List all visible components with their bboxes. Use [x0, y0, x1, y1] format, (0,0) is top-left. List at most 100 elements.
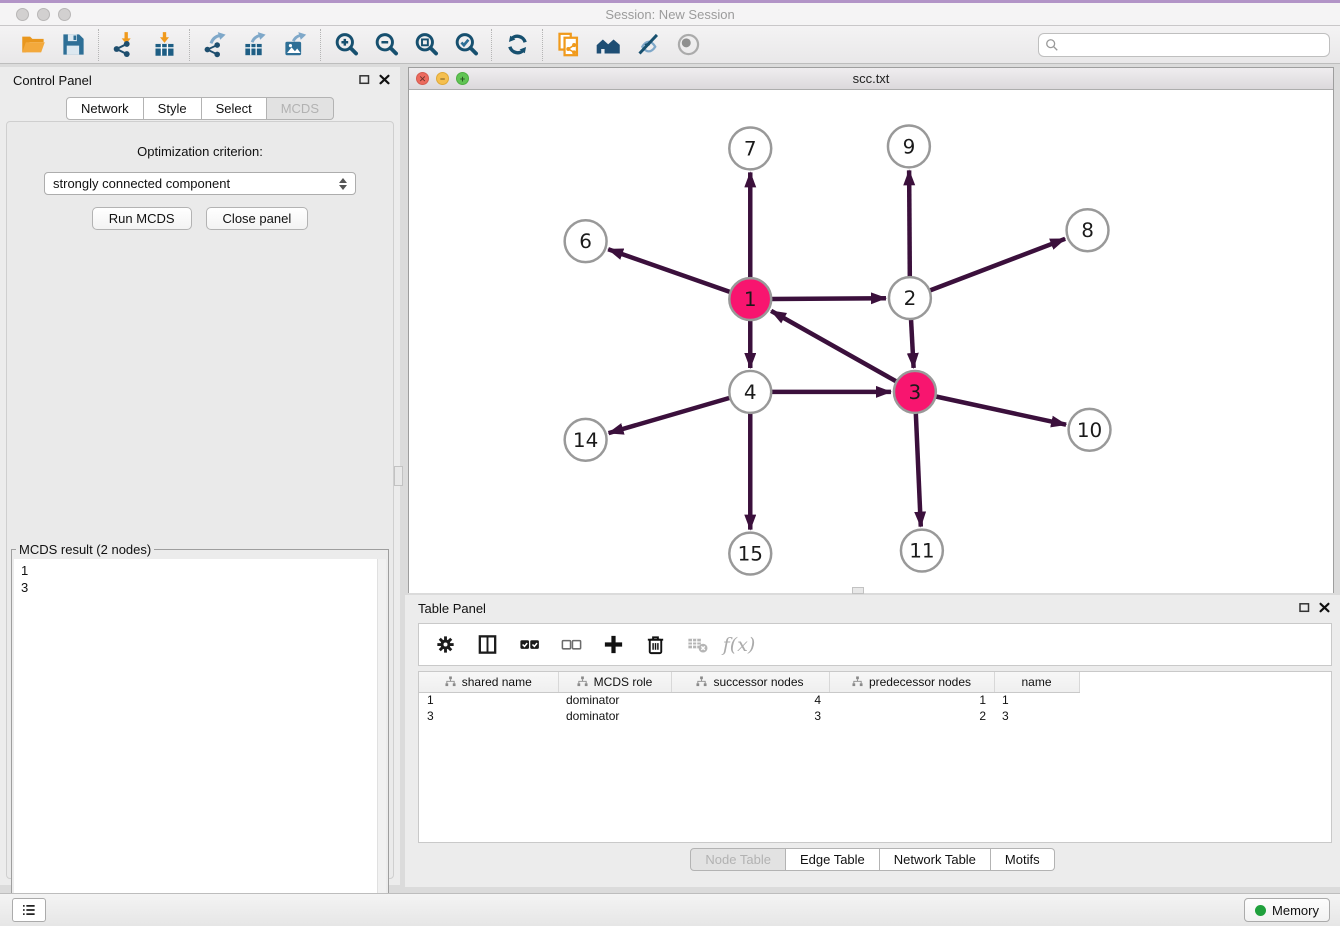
node-6[interactable]: 6 [565, 220, 607, 262]
tab-mcds[interactable]: MCDS [267, 97, 334, 120]
node-4[interactable]: 4 [729, 371, 771, 413]
edge-2-8[interactable] [929, 239, 1065, 291]
zoom-fit-button[interactable] [409, 29, 443, 61]
node-10[interactable]: 10 [1069, 409, 1111, 451]
mcds-result-line: 3 [21, 579, 386, 596]
vertical-splitter-handle[interactable] [394, 466, 403, 486]
float-panel-icon[interactable] [359, 74, 370, 85]
unselect-all-columns-button[interactable] [557, 631, 585, 659]
cell-successor-nodes[interactable]: 4 [671, 692, 829, 708]
node-11[interactable]: 11 [901, 530, 943, 572]
tab-motifs[interactable]: Motifs [991, 848, 1055, 871]
select-all-icon [518, 633, 541, 656]
edge-2-9[interactable] [909, 170, 910, 277]
memory-button[interactable]: Memory [1244, 898, 1330, 922]
search-input[interactable] [1064, 35, 1323, 55]
cell-shared-name[interactable]: 3 [419, 708, 558, 724]
edge-4-14[interactable] [609, 398, 731, 433]
node-table[interactable]: shared nameMCDS rolesuccessor nodesprede… [419, 672, 1080, 724]
import-table-button[interactable] [147, 29, 181, 61]
table-row[interactable]: 3dominator323 [419, 708, 1079, 724]
node-8[interactable]: 8 [1067, 209, 1109, 251]
cell-shared-name[interactable]: 1 [419, 692, 558, 708]
delete-table-button[interactable] [683, 631, 711, 659]
zoom-in-button[interactable] [329, 29, 363, 61]
edge-2-3[interactable] [911, 319, 914, 368]
horizontal-splitter-handle[interactable] [852, 587, 864, 594]
cell-successor-nodes[interactable]: 3 [671, 708, 829, 724]
window-title: Session: New Session [0, 7, 1340, 22]
export-image-button[interactable] [278, 29, 312, 61]
cell-predecessor-nodes[interactable]: 1 [829, 692, 994, 708]
result-scrollbar[interactable] [377, 559, 386, 916]
close-panel-button[interactable]: Close panel [206, 207, 309, 230]
column-header-predecessor-nodes[interactable]: predecessor nodes [829, 672, 994, 692]
close-panel-icon[interactable] [379, 74, 390, 85]
cell-name[interactable]: 1 [994, 692, 1079, 708]
column-header-shared-name[interactable]: shared name [419, 672, 558, 692]
close-table-panel-icon[interactable] [1319, 602, 1330, 613]
show-column-panel-button[interactable] [473, 631, 501, 659]
float-table-panel-icon[interactable] [1299, 602, 1310, 613]
zoom-out-icon [373, 31, 400, 58]
svg-text:8: 8 [1081, 218, 1094, 242]
network-canvas[interactable]: 7 9 6 8 1 2 4 3 14 10 15 11 [409, 90, 1333, 593]
mcds-result-box[interactable]: 13 [14, 559, 386, 916]
cell-predecessor-nodes[interactable]: 2 [829, 708, 994, 724]
run-mcds-button[interactable]: Run MCDS [92, 207, 192, 230]
tab-edge-table[interactable]: Edge Table [786, 848, 880, 871]
create-column-button[interactable] [599, 631, 627, 659]
show-graphics-details-button[interactable] [631, 29, 665, 61]
edge-3-11[interactable] [916, 413, 921, 527]
table-row[interactable]: 1dominator411 [419, 692, 1079, 708]
import-network-button[interactable] [107, 29, 141, 61]
edge-3-1[interactable] [771, 311, 897, 382]
svg-text:14: 14 [573, 428, 598, 452]
zoom-out-button[interactable] [369, 29, 403, 61]
column-header-mcds-role[interactable]: MCDS role [558, 672, 671, 692]
first-neighbors-button[interactable] [591, 29, 625, 61]
cell-mcds-role[interactable]: dominator [558, 708, 671, 724]
edge-1-6[interactable] [608, 249, 730, 292]
node-15[interactable]: 15 [729, 533, 771, 575]
clone-network-button[interactable] [551, 29, 585, 61]
export-network-button[interactable] [198, 29, 232, 61]
tab-style[interactable]: Style [144, 97, 202, 120]
node-1[interactable]: 1 [729, 278, 771, 320]
export-table-button[interactable] [238, 29, 272, 61]
network-window-titlebar[interactable]: ✕ − + scc.txt [409, 68, 1333, 90]
node-9[interactable]: 9 [888, 125, 930, 167]
table-settings-button[interactable] [431, 631, 459, 659]
select-all-columns-button[interactable] [515, 631, 543, 659]
node-table-container[interactable]: shared nameMCDS rolesuccessor nodesprede… [418, 671, 1332, 843]
search-field[interactable] [1038, 33, 1330, 57]
edge-1-2[interactable] [771, 298, 886, 299]
edge-3-10[interactable] [935, 396, 1066, 424]
delete-column-button[interactable] [641, 631, 669, 659]
show-hide-panel-button[interactable] [671, 29, 705, 61]
cell-name[interactable]: 3 [994, 708, 1079, 724]
node-7[interactable]: 7 [729, 127, 771, 169]
node-2[interactable]: 2 [889, 277, 931, 319]
node-3[interactable]: 3 [894, 371, 936, 413]
tab-network[interactable]: Network [66, 97, 144, 120]
open-session-button[interactable] [16, 29, 50, 61]
task-history-button[interactable] [12, 898, 46, 922]
tab-node-table[interactable]: Node Table [690, 848, 786, 871]
import-network-icon [111, 31, 138, 58]
zoom-selected-icon [453, 31, 480, 58]
zoom-selected-button[interactable] [449, 29, 483, 61]
column-header-name[interactable]: name [994, 672, 1079, 692]
network-view-window: ✕ − + scc.txt 7 9 6 8 1 2 4 3 14 10 15 11 [408, 67, 1334, 593]
cell-mcds-role[interactable]: dominator [558, 692, 671, 708]
search-icon [1045, 38, 1059, 52]
svg-text:6: 6 [579, 229, 592, 253]
save-session-button[interactable] [56, 29, 90, 61]
node-14[interactable]: 14 [565, 419, 607, 461]
tab-select[interactable]: Select [202, 97, 267, 120]
column-header-successor-nodes[interactable]: successor nodes [671, 672, 829, 692]
tab-network-table[interactable]: Network Table [880, 848, 991, 871]
function-builder-button[interactable]: f(x) [725, 631, 753, 659]
optimization-criterion-select[interactable]: strongly connected component [44, 172, 356, 195]
refresh-view-button[interactable] [500, 29, 534, 61]
